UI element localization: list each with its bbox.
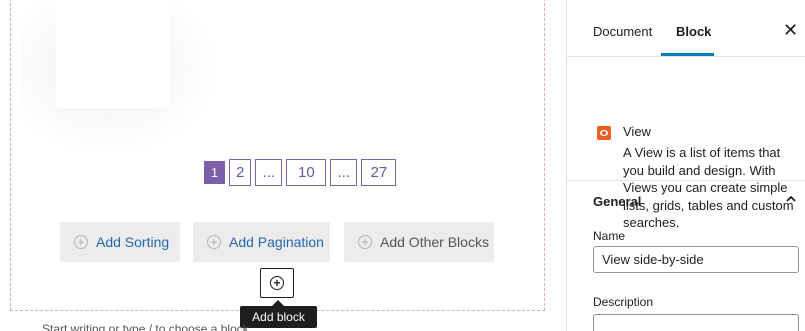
- tab-document[interactable]: Document: [593, 24, 652, 39]
- view-item-placeholder: [56, 0, 170, 108]
- name-input[interactable]: [593, 246, 799, 273]
- block-card: View A View is a list of items that you …: [567, 57, 805, 230]
- plus-circle-icon: +: [358, 235, 372, 249]
- page-ellipsis: ...: [255, 159, 283, 186]
- settings-sidebar: Document Block ✕ View A View is a list o…: [566, 0, 805, 331]
- description-field-label: Description: [593, 295, 654, 309]
- page-27[interactable]: 27: [361, 159, 397, 186]
- close-icon[interactable]: ✕: [783, 20, 798, 41]
- add-block-tooltip: Add block: [240, 306, 317, 328]
- add-block-button[interactable]: +: [260, 268, 294, 298]
- add-other-blocks-button[interactable]: + Add Other Blocks: [344, 222, 494, 262]
- add-pagination-label: Add Pagination: [229, 234, 324, 250]
- default-block-appender[interactable]: Start writing or type / to choose a bloc…: [42, 322, 249, 331]
- sidebar-tabs: Document Block ✕: [567, 0, 805, 57]
- description-input[interactable]: [593, 314, 799, 331]
- plus-circle-icon: +: [74, 235, 88, 249]
- page-2[interactable]: 2: [229, 159, 252, 186]
- plus-circle-icon: +: [270, 276, 284, 290]
- add-pagination-button[interactable]: + Add Pagination: [193, 222, 330, 262]
- panel-title: General: [593, 194, 642, 209]
- page-10[interactable]: 10: [286, 159, 327, 186]
- view-eye-icon: [597, 126, 611, 140]
- add-sorting-label: Add Sorting: [96, 234, 170, 250]
- active-tab-indicator: [661, 53, 714, 56]
- general-panel-toggle[interactable]: General: [567, 181, 805, 221]
- block-card-title: View: [623, 124, 651, 139]
- chevron-up-icon: [786, 195, 796, 202]
- add-sorting-button[interactable]: + Add Sorting: [60, 222, 180, 262]
- add-other-blocks-label: Add Other Blocks: [380, 234, 489, 250]
- name-field-label: Name: [593, 229, 626, 243]
- editor-canvas: 1 2 ... 10 ... 27 + Add Sorting + Add Pa…: [0, 0, 566, 331]
- page-ellipsis: ...: [330, 159, 358, 186]
- tab-block[interactable]: Block: [676, 24, 711, 39]
- plus-circle-icon: +: [207, 235, 221, 249]
- page-1[interactable]: 1: [204, 161, 225, 184]
- pagination: 1 2 ... 10 ... 27: [204, 159, 397, 186]
